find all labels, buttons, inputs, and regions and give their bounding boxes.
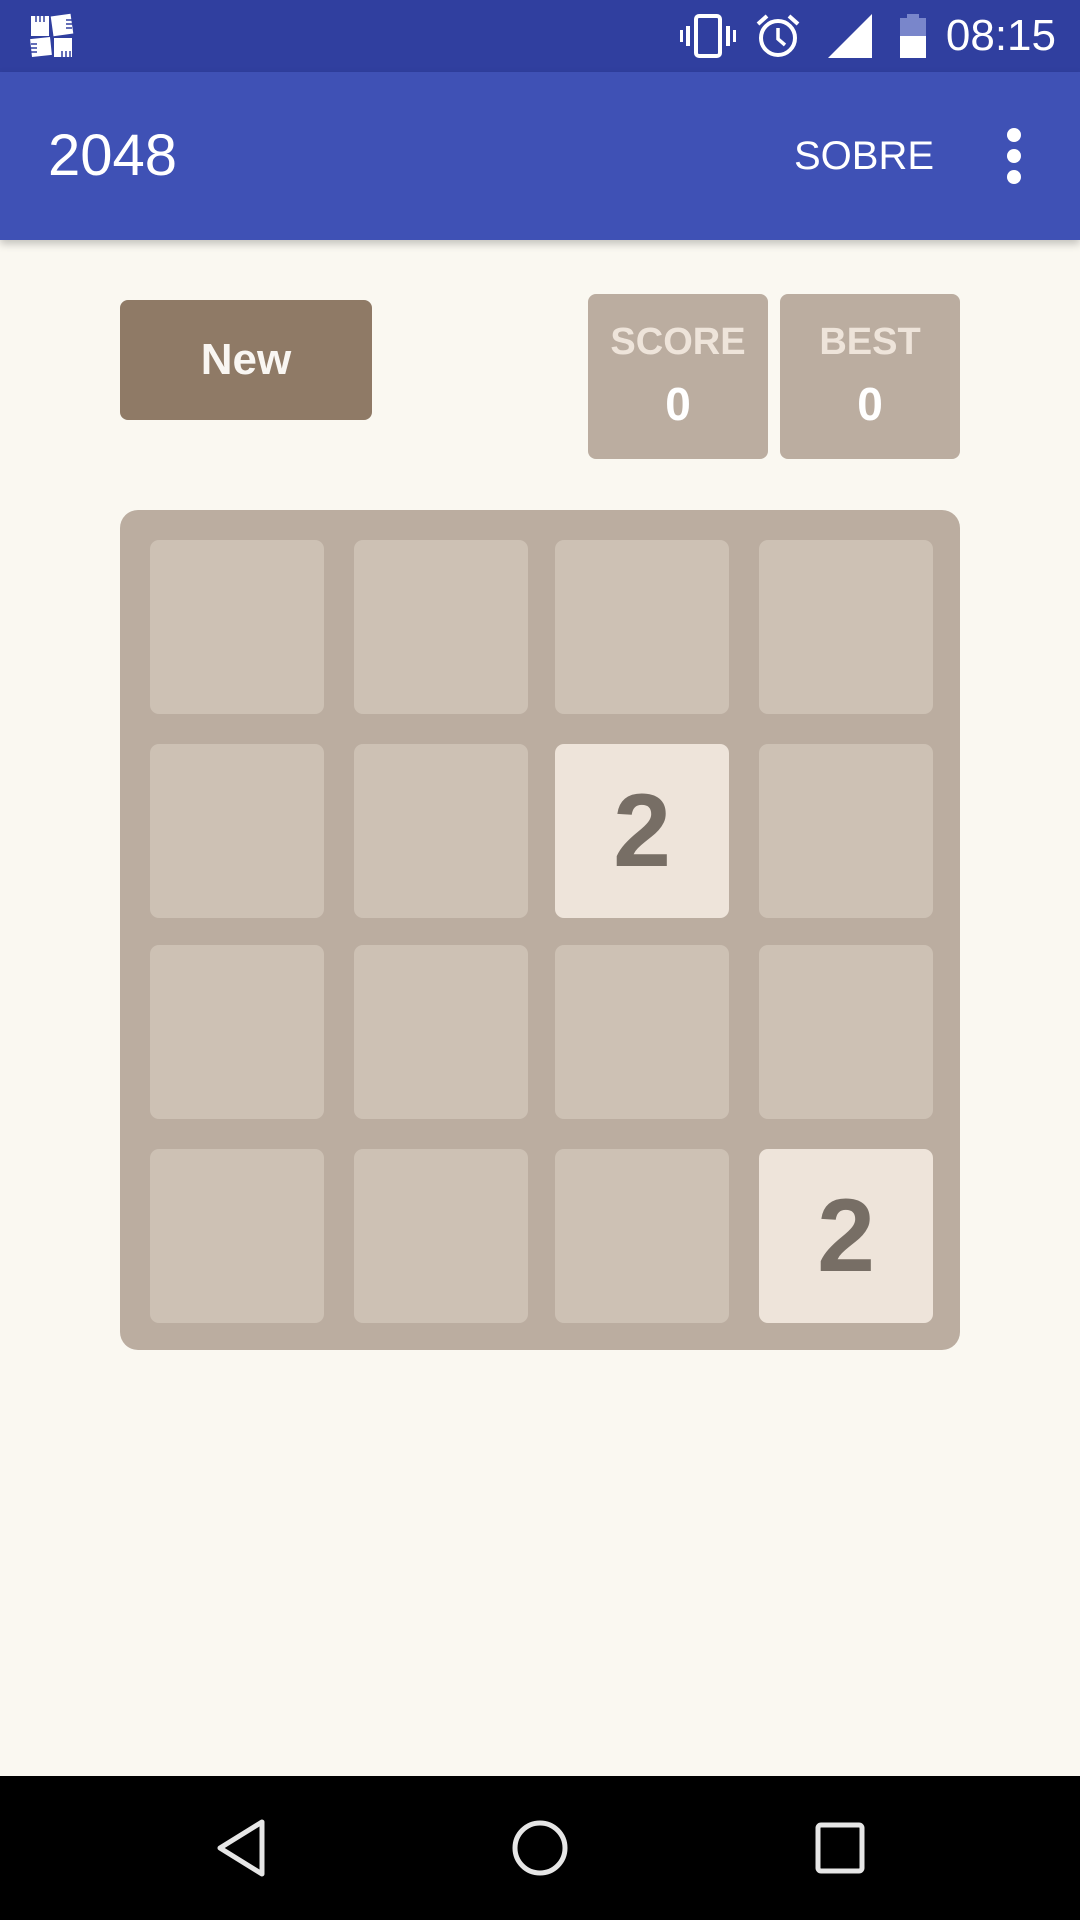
tile-value: 2 bbox=[613, 772, 671, 889]
empty-cell bbox=[150, 945, 324, 1119]
app-title: 2048 bbox=[48, 123, 178, 188]
empty-cell bbox=[555, 540, 729, 714]
best-label: BEST bbox=[819, 321, 921, 363]
status-time: 08:15 bbox=[945, 11, 1056, 60]
more-vert-icon[interactable] bbox=[996, 124, 1032, 188]
empty-cell bbox=[150, 1149, 324, 1323]
best-value: 0 bbox=[857, 378, 883, 430]
home-icon[interactable] bbox=[504, 1812, 576, 1884]
tile-value: 2 bbox=[817, 1177, 875, 1294]
signal-icon bbox=[828, 14, 872, 58]
back-icon[interactable] bbox=[204, 1812, 276, 1884]
score-box: SCORE 0 bbox=[588, 294, 768, 459]
empty-cell bbox=[759, 744, 933, 918]
battery-icon bbox=[900, 14, 926, 58]
best-box: BEST 0 bbox=[780, 294, 960, 459]
tile-2: 2 bbox=[555, 744, 729, 918]
vibrate-icon bbox=[680, 14, 736, 58]
tile-2: 2 bbox=[759, 1149, 933, 1323]
empty-cell bbox=[354, 1149, 528, 1323]
navigation-bar bbox=[0, 1776, 1080, 1920]
game-board[interactable]: 22 bbox=[120, 510, 960, 1350]
score-value: 0 bbox=[665, 378, 691, 430]
empty-cell bbox=[150, 744, 324, 918]
empty-cell bbox=[759, 945, 933, 1119]
empty-cell bbox=[555, 945, 729, 1119]
score-label: SCORE bbox=[610, 321, 746, 363]
app-notification-icon bbox=[30, 13, 74, 57]
alarm-icon bbox=[756, 14, 800, 57]
app-bar: 2048 SOBRE bbox=[0, 72, 1080, 240]
empty-cell bbox=[354, 744, 528, 918]
empty-cell bbox=[150, 540, 324, 714]
empty-cell bbox=[759, 540, 933, 714]
recents-icon[interactable] bbox=[804, 1812, 876, 1884]
empty-cell bbox=[354, 540, 528, 714]
about-button[interactable]: SOBRE bbox=[794, 134, 934, 178]
new-game-button[interactable]: New bbox=[120, 300, 372, 420]
empty-cell bbox=[354, 945, 528, 1119]
status-bar: 08:15 bbox=[0, 0, 1080, 72]
empty-cell bbox=[555, 1149, 729, 1323]
